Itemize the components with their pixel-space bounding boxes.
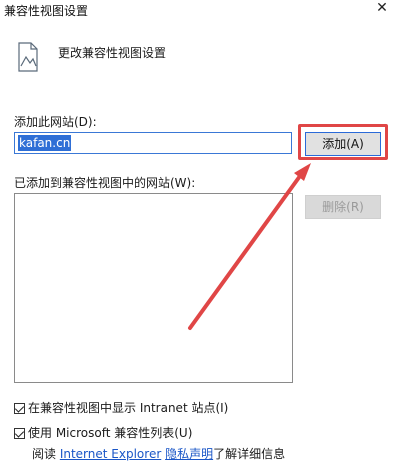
footer-suffix: 了解详细信息: [213, 447, 286, 461]
add-site-label: 添加此网站(D):: [14, 115, 97, 129]
add-site-value: kafan.cn: [18, 135, 72, 151]
footer-prefix: 阅读: [32, 447, 60, 461]
site-list[interactable]: [14, 193, 293, 383]
intranet-checkbox[interactable]: [14, 403, 25, 414]
privacy-link[interactable]: 隐私声明: [165, 447, 213, 461]
ms-list-option[interactable]: 使用 Microsoft 兼容性列表(U): [14, 424, 192, 441]
intranet-option[interactable]: 在兼容性视图中显示 Intranet 站点(I): [14, 399, 228, 416]
add-button[interactable]: 添加(A): [305, 132, 381, 156]
compat-view-icon: [18, 42, 38, 72]
title-bar: 兼容性视图设置 ✕: [0, 0, 397, 20]
ms-list-checkbox[interactable]: [14, 428, 25, 439]
header-text: 更改兼容性视图设置: [58, 46, 167, 60]
remove-button[interactable]: 删除(R): [305, 195, 381, 219]
privacy-note: 阅读 Internet Explorer 隐私声明了解详细信息: [32, 445, 285, 462]
site-list-label: 已添加到兼容性视图中的网站(W):: [14, 176, 196, 190]
intranet-label: 在兼容性视图中显示 Intranet 站点(I): [28, 401, 229, 415]
window-title: 兼容性视图设置: [4, 4, 89, 18]
ie-link[interactable]: Internet Explorer: [60, 447, 161, 461]
ms-list-label: 使用 Microsoft 兼容性列表(U): [28, 426, 193, 440]
add-site-input[interactable]: kafan.cn: [14, 132, 292, 154]
close-icon[interactable]: ✕: [375, 1, 389, 15]
